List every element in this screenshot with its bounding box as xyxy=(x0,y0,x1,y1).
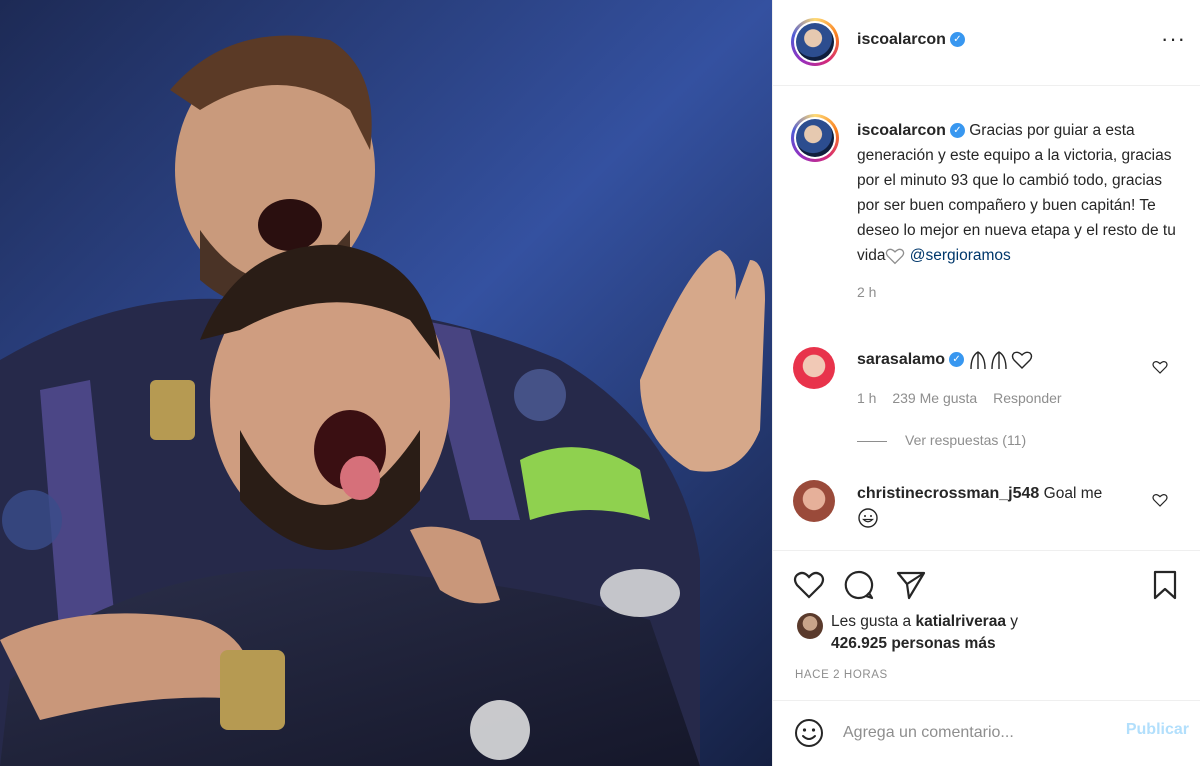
grinning-face-icon xyxy=(858,508,878,528)
likes-summary[interactable]: Les gusta a katialriveraa y 426.925 pers… xyxy=(831,611,1018,655)
post-side-panel: iscoalarcon ✓ ··· iscoalarcon ✓ Gracias po… xyxy=(772,0,1200,766)
comment-text: Goal me xyxy=(1043,485,1103,502)
post-timestamp: HACE 2 HORAS xyxy=(795,669,888,681)
comment-item: christinecrossman_j548 Goal me xyxy=(857,483,1157,536)
post-header: iscoalarcon ✓ ··· xyxy=(773,0,1200,86)
comment-like-heart-icon[interactable] xyxy=(1152,359,1168,375)
comment-time: 1 h xyxy=(857,390,877,406)
reply-button[interactable]: Responder xyxy=(993,390,1062,406)
like-heart-icon[interactable] xyxy=(793,569,825,601)
caption-author-avatar[interactable] xyxy=(791,114,839,162)
author-username[interactable]: iscoalarcon xyxy=(857,31,946,48)
comment-composer: Publicar xyxy=(773,700,1200,766)
view-replies-label: Ver respuestas (11) xyxy=(905,432,1027,448)
emoji-smiley-icon[interactable] xyxy=(793,717,825,749)
likes-conj: y xyxy=(1010,613,1019,630)
comment-username[interactable]: sarasalamo xyxy=(857,351,945,368)
post-image[interactable] xyxy=(0,0,772,766)
more-options-icon[interactable]: ··· xyxy=(1161,28,1185,52)
author-avatar[interactable] xyxy=(791,18,839,66)
praying-hands-icon xyxy=(970,351,1033,369)
comment-meta: 1 h 239 Me gusta Responder xyxy=(857,390,1074,406)
mention-link[interactable]: @sergioramos xyxy=(910,247,1011,264)
comment-username[interactable]: christinecrossman_j548 xyxy=(857,485,1039,502)
likes-user[interactable]: katialriveraa xyxy=(915,613,1006,630)
post-actions: Les gusta a katialriveraa y 426.925 pers… xyxy=(773,550,1200,700)
comment-item: sarasalamo ✓ xyxy=(857,349,1157,371)
white-heart-icon xyxy=(886,248,905,265)
comment-input[interactable] xyxy=(843,719,1093,747)
commenter-avatar[interactable] xyxy=(793,347,835,389)
caption-username[interactable]: iscoalarcon xyxy=(857,122,946,139)
verified-badge-icon: ✓ xyxy=(949,123,965,139)
bookmark-save-icon[interactable] xyxy=(1149,569,1181,601)
verified-badge-icon: ✓ xyxy=(949,352,965,368)
view-replies-button[interactable]: Ver respuestas (11) xyxy=(857,432,1026,448)
comment-bubble-icon[interactable] xyxy=(843,569,875,601)
replies-divider xyxy=(857,440,887,442)
likes-count[interactable]: 426.925 personas más xyxy=(831,635,996,652)
share-send-icon[interactable] xyxy=(895,569,927,601)
post-caption: iscoalarcon ✓ Gracias por guiar a esta ge… xyxy=(857,118,1177,305)
commenter-avatar[interactable] xyxy=(793,480,835,522)
liker-avatar[interactable] xyxy=(797,613,823,639)
likes-prefix: Les gusta a xyxy=(831,613,912,630)
post-photo-illustration xyxy=(0,0,772,766)
comment-likes[interactable]: 239 Me gusta xyxy=(892,390,977,406)
author-name-row: iscoalarcon ✓ xyxy=(857,31,965,49)
comment-like-heart-icon[interactable] xyxy=(1152,492,1168,508)
verified-badge-icon: ✓ xyxy=(949,32,965,48)
caption-time: 2 h xyxy=(857,284,877,300)
comment-emojis xyxy=(968,351,1034,369)
caption-text: Gracias por guiar a esta generación y es… xyxy=(857,122,1176,264)
publish-button[interactable]: Publicar xyxy=(1126,721,1189,739)
